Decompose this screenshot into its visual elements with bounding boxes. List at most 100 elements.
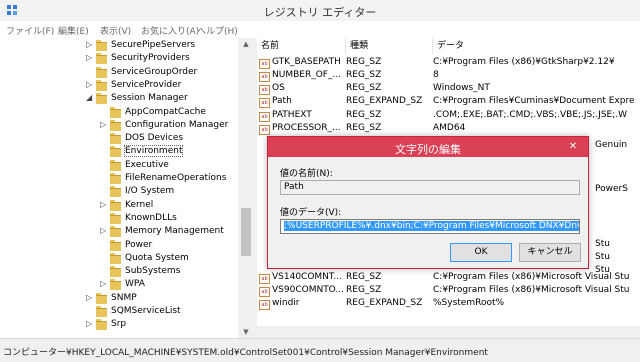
folder-icon bbox=[110, 279, 121, 291]
value-name: NUMBER_OF_... bbox=[272, 70, 342, 80]
tree-item-label: Environment bbox=[123, 145, 184, 158]
value-data-fragment: Stu bbox=[595, 239, 610, 249]
folder-icon bbox=[110, 186, 121, 198]
list-item[interactable]: ab NUMBER_OF_... REG_SZ 8 bbox=[257, 70, 640, 83]
value-data: AMD64 bbox=[433, 123, 466, 133]
value-type: REG_EXPAND_SZ bbox=[346, 96, 423, 106]
list-item[interactable]: ab VS90COMNTO... REG_SZ C:¥Program Files (x… bbox=[257, 285, 640, 298]
value-type: REG_SZ bbox=[346, 123, 382, 133]
tree-item-label: SQMServiceList bbox=[111, 306, 181, 316]
value-data-label: 値のデータ(V): bbox=[280, 208, 342, 218]
folder-icon bbox=[110, 252, 121, 264]
collapsed-arrow-icon[interactable]: ▷ bbox=[100, 120, 108, 129]
value-type: REG_SZ bbox=[346, 70, 382, 80]
folder-icon bbox=[96, 319, 107, 331]
value-data-fragment: Stu bbox=[595, 265, 610, 275]
collapsed-arrow-icon[interactable]: ▷ bbox=[86, 40, 94, 49]
value-data-selection: ;%USERPROFILE%¥.dnx¥bin;C:¥Program Files… bbox=[284, 221, 579, 231]
menu-view[interactable]: 表示(V) bbox=[100, 24, 131, 37]
folder-icon bbox=[110, 119, 121, 131]
scroll-up-icon[interactable]: ▲ bbox=[238, 38, 254, 50]
folder-icon bbox=[96, 306, 107, 317]
tree-item-label: Power bbox=[125, 239, 153, 250]
list-item[interactable]: ab OS REG_SZ Windows_NT bbox=[257, 83, 640, 96]
value-name-field: Path bbox=[280, 180, 580, 195]
status-bar: コンピューター¥HKEY_LOCAL_MACHINE¥SYSTEM.old¥Co… bbox=[0, 338, 640, 362]
tree-item-label: Quota System bbox=[125, 252, 189, 263]
list-item[interactable]: ab PATHEXT REG_SZ .COM;.EXE;.BAT;.CMD;.VBS;… bbox=[257, 110, 640, 123]
collapsed-arrow-icon[interactable]: ▷ bbox=[100, 200, 108, 209]
string-value-icon: ab bbox=[259, 274, 270, 284]
dialog-title: 文字列の編集 bbox=[395, 143, 461, 156]
menu-help[interactable]: ヘルプ(H) bbox=[197, 24, 238, 37]
list-item[interactable]: ab Path REG_EXPAND_SZ C:¥Program Files¥Cumi… bbox=[257, 96, 640, 109]
menu-favorites[interactable]: お気に入り(A) bbox=[141, 24, 199, 37]
title-bar: レジストリ エディター bbox=[0, 0, 640, 21]
folder-icon bbox=[110, 146, 121, 158]
expanded-arrow-icon[interactable]: ◢ bbox=[86, 93, 94, 102]
column-header-type[interactable]: 種類 bbox=[346, 38, 433, 54]
menu-file[interactable]: ファイル(F) bbox=[6, 24, 54, 37]
ok-button[interactable]: OK bbox=[450, 243, 512, 262]
tree-item-label: WPA bbox=[125, 279, 145, 290]
registry-editor-window: レジストリ エディター ファイル(F) 編集(E) 表示(V) お気に入り(A)… bbox=[0, 0, 640, 362]
value-data: .COM;.EXE;.BAT;.CMD;.VBS;.VBE;.JS;.JSE;.… bbox=[433, 110, 628, 120]
value-data: 8 bbox=[433, 70, 439, 80]
tree-item-label: ServiceGroupOrder bbox=[111, 66, 198, 77]
folder-icon bbox=[110, 239, 121, 251]
value-type: REG_EXPAND_SZ bbox=[346, 298, 423, 308]
folder-icon bbox=[110, 173, 121, 184]
menu-edit[interactable]: 編集(E) bbox=[58, 24, 89, 37]
value-data-field[interactable]: ;%USERPROFILE%¥.dnx¥bin;C:¥Program Files… bbox=[280, 219, 580, 234]
tree-item-label: I/O System bbox=[125, 186, 175, 197]
string-value-icon: ab bbox=[259, 85, 270, 95]
tree-vertical-scrollbar[interactable]: ▲ ▼ bbox=[238, 38, 254, 338]
value-data: C:¥Program Files (x86)¥GtkSharp¥2.12¥ bbox=[433, 57, 615, 67]
registry-key-tree[interactable]: ▷ SecurePipeServers ▷ SecurityProviders Serv… bbox=[0, 38, 254, 338]
value-type: REG_SZ bbox=[346, 272, 382, 282]
collapsed-arrow-icon[interactable]: ▷ bbox=[100, 226, 108, 235]
string-value-icon: ab bbox=[259, 98, 270, 108]
value-name: PROCESSOR_... bbox=[272, 123, 341, 133]
tree-item-label: SubSystems bbox=[125, 266, 181, 277]
window-title: レジストリ エディター bbox=[263, 6, 377, 19]
folder-icon bbox=[96, 93, 107, 105]
value-data: %SystemRoot% bbox=[433, 298, 505, 308]
list-item[interactable]: ab GTK_BASEPATH REG_SZ C:¥Program Files (x8… bbox=[257, 57, 640, 70]
folder-icon bbox=[110, 133, 121, 145]
close-icon[interactable]: ✕ bbox=[562, 138, 584, 155]
column-header-name[interactable]: 名前 bbox=[257, 38, 346, 54]
list-item[interactable]: ab PROCESSOR_... REG_SZ AMD64 bbox=[257, 123, 640, 136]
scroll-down-icon[interactable]: ▼ bbox=[238, 326, 254, 338]
collapsed-arrow-icon[interactable]: ▷ bbox=[86, 53, 94, 62]
list-item[interactable]: ab windir REG_EXPAND_SZ %SystemRoot% bbox=[257, 298, 640, 311]
value-type: REG_SZ bbox=[346, 110, 382, 120]
column-header-data[interactable]: データ bbox=[433, 38, 640, 54]
list-horizontal-scrollbar[interactable] bbox=[257, 326, 640, 338]
value-data: Windows_NT bbox=[433, 83, 490, 93]
tree-item-label: Configuration Manager bbox=[125, 119, 229, 130]
list-item[interactable]: ab VS140COMNT... REG_SZ C:¥Program Files (x… bbox=[257, 272, 640, 285]
collapsed-arrow-icon[interactable]: ▷ bbox=[86, 319, 94, 328]
folder-icon bbox=[96, 40, 107, 51]
tree-item-label: SecurePipeServers bbox=[111, 40, 196, 50]
tree-item-label: ServiceProvider bbox=[111, 79, 182, 90]
string-value-icon: ab bbox=[259, 112, 270, 122]
cancel-button[interactable]: キャンセル bbox=[519, 243, 581, 262]
tree-scroll-thumb[interactable] bbox=[241, 208, 251, 256]
value-name: OS bbox=[272, 83, 285, 93]
dialog-title-bar: 文字列の編集 ✕ bbox=[268, 137, 588, 157]
tree-item-label: FileRenameOperations bbox=[125, 173, 227, 183]
folder-icon bbox=[110, 266, 121, 278]
folder-icon bbox=[110, 106, 121, 118]
collapsed-arrow-icon[interactable]: ▷ bbox=[86, 293, 94, 302]
value-type: REG_SZ bbox=[346, 57, 382, 67]
value-name: Path bbox=[272, 96, 292, 106]
string-value-icon: ab bbox=[259, 125, 270, 135]
tree-item-label: KnownDLLs bbox=[125, 212, 177, 223]
value-data: C:¥Program Files¥Cuminas¥Document Expre bbox=[433, 96, 635, 106]
value-data: C:¥Program Files (x86)¥Microsoft Visual … bbox=[433, 285, 630, 295]
collapsed-arrow-icon[interactable]: ▷ bbox=[86, 80, 94, 89]
collapsed-arrow-icon[interactable]: ▷ bbox=[100, 279, 108, 288]
value-name: VS140COMNT... bbox=[272, 272, 342, 282]
